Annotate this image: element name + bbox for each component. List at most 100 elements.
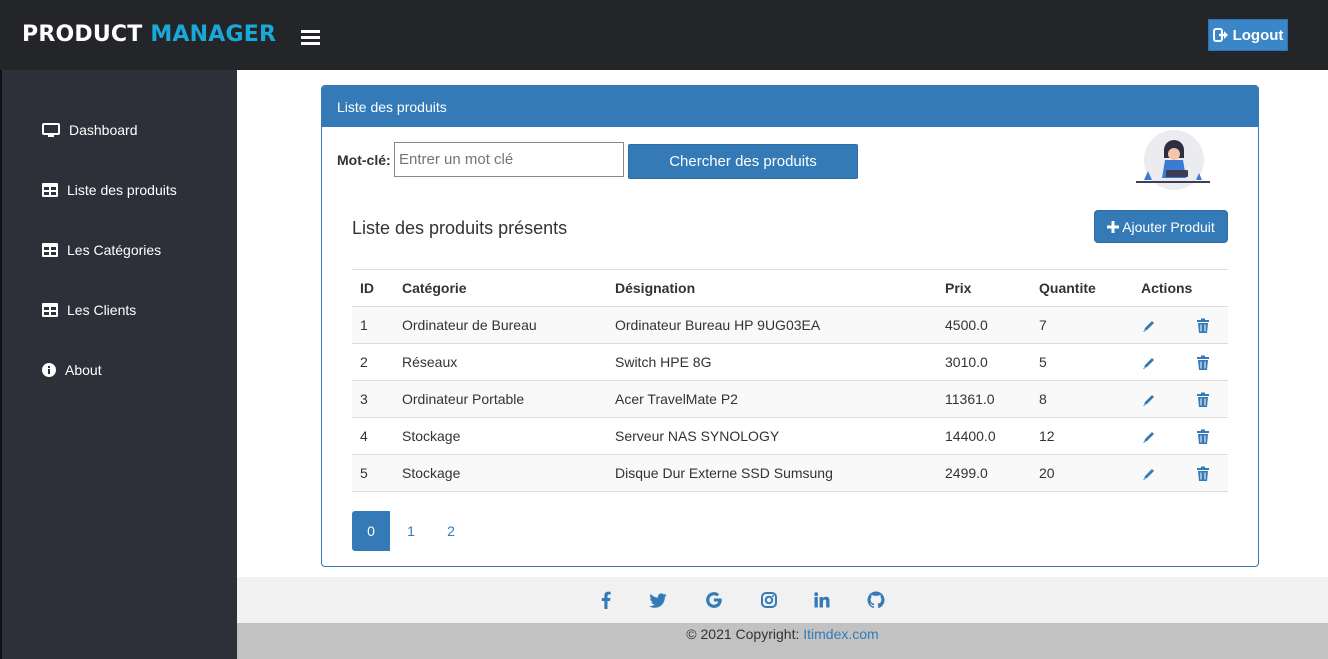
cell-prix: 4500.0 (937, 306, 1031, 344)
cell-prix: 14400.0 (937, 417, 1031, 455)
cell-quantite: 8 (1031, 380, 1133, 418)
cell-actions (1133, 306, 1228, 344)
sidebar-item-label: Liste des produits (67, 182, 177, 198)
cell-quantite: 12 (1031, 417, 1133, 455)
plus-icon (1107, 220, 1120, 233)
panel-title: Liste des produits (322, 86, 1258, 127)
cell-quantite: 7 (1031, 306, 1133, 344)
cell-prix: 3010.0 (937, 343, 1031, 381)
table-row: 5 Stockage Disque Dur Externe SSD Sumsun… (352, 454, 1228, 492)
instagram-icon[interactable] (758, 589, 780, 611)
sidebar-item-label: Les Catégories (67, 242, 162, 258)
add-product-button[interactable]: Ajouter Produit (1094, 210, 1228, 243)
cell-actions (1133, 343, 1228, 381)
logout-label: Logout (1232, 26, 1284, 44)
trash-icon[interactable] (1195, 429, 1211, 445)
footer-copyright: © 2021 Copyright: Itimdex.com (237, 623, 1328, 659)
info-icon (42, 363, 56, 377)
header-actions: Actions (1133, 269, 1228, 307)
cell-actions (1133, 380, 1228, 418)
google-icon[interactable] (703, 589, 725, 611)
cell-designation: Switch HPE 8G (607, 343, 937, 381)
keyword-label: Mot-clé: (337, 152, 391, 168)
header-categorie: Catégorie (394, 269, 607, 307)
header-prix: Prix (937, 269, 1031, 307)
list-subtitle: Liste des produits présents (352, 218, 568, 238)
table-row: 3 Ordinateur Portable Acer TravelMate P2… (352, 380, 1228, 418)
table-icon (42, 183, 58, 197)
table-icon (42, 303, 58, 317)
sidebar: Dashboard Liste des produits Les Catégor… (0, 70, 237, 659)
search-products-button[interactable]: Chercher des produits (628, 144, 858, 179)
cell-categorie: Stockage (394, 417, 607, 455)
cell-designation: Acer TravelMate P2 (607, 380, 937, 418)
edit-icon[interactable] (1141, 355, 1157, 371)
twitter-icon[interactable] (647, 589, 669, 611)
cell-designation: Serveur NAS SYNOLOGY (607, 417, 937, 455)
sidebar-item-label: About (65, 362, 102, 378)
sidebar-item-clients[interactable]: Les Clients (42, 302, 136, 318)
edit-icon[interactable] (1141, 318, 1157, 334)
cell-id: 2 (352, 343, 394, 381)
products-panel: Liste des produits Mot-clé: Chercher des… (321, 85, 1259, 567)
edit-icon[interactable] (1141, 392, 1157, 408)
cell-quantite: 20 (1031, 454, 1133, 492)
user-illustration-icon (1136, 130, 1210, 190)
table-row: 4 Stockage Serveur NAS SYNOLOGY 14400.0 … (352, 417, 1228, 455)
products-table: ID Catégorie Désignation Prix Quantite A… (352, 269, 1228, 492)
cell-categorie: Ordinateur de Bureau (394, 306, 607, 344)
sidebar-item-label: Les Clients (67, 302, 137, 318)
brand-part1: PRODUCT (22, 22, 143, 47)
cell-designation: Ordinateur Bureau HP 9UG03EA (607, 306, 937, 344)
sidebar-item-products[interactable]: Liste des produits (42, 182, 177, 198)
edit-icon[interactable] (1141, 429, 1157, 445)
cell-id: 4 (352, 417, 394, 455)
header-id: ID (352, 269, 394, 307)
edit-icon[interactable] (1141, 466, 1157, 482)
cell-id: 3 (352, 380, 394, 418)
header-designation: Désignation (607, 269, 937, 307)
sign-out-icon (1212, 28, 1228, 42)
sidebar-item-label: Dashboard (69, 122, 138, 138)
trash-icon[interactable] (1195, 466, 1211, 482)
cell-quantite: 5 (1031, 343, 1133, 381)
cell-categorie: Réseaux (394, 343, 607, 381)
cell-prix: 2499.0 (937, 454, 1031, 492)
menu-toggle-icon[interactable] (301, 30, 320, 46)
brand-part2: MANAGER (150, 22, 277, 47)
pagination: 0 1 2 (352, 511, 472, 551)
add-product-label: Ajouter Produit (1122, 218, 1215, 235)
brand-logo[interactable]: PRODUCT MANAGER (22, 22, 276, 47)
facebook-icon[interactable] (595, 589, 617, 611)
cell-designation: Disque Dur Externe SSD Sumsung (607, 454, 937, 492)
sidebar-item-dashboard[interactable]: Dashboard (42, 122, 138, 138)
copyright-text: © 2021 Copyright: (686, 626, 804, 642)
linkedin-icon[interactable] (811, 589, 833, 611)
keyword-input[interactable] (394, 142, 624, 177)
trash-icon[interactable] (1195, 392, 1211, 408)
header-quantite: Quantite (1031, 269, 1133, 307)
cell-actions (1133, 417, 1228, 455)
sidebar-item-about[interactable]: About (42, 362, 102, 378)
footer-social-bar (237, 577, 1328, 623)
cell-id: 1 (352, 306, 394, 344)
table-icon (42, 243, 58, 257)
cell-prix: 11361.0 (937, 380, 1031, 418)
monitor-icon (42, 122, 60, 137)
trash-icon[interactable] (1195, 318, 1211, 334)
table-row: 1 Ordinateur de Bureau Ordinateur Bureau… (352, 306, 1228, 344)
logout-button[interactable]: Logout (1208, 19, 1288, 51)
sidebar-item-categories[interactable]: Les Catégories (42, 242, 161, 258)
page-link-1[interactable]: 1 (392, 511, 430, 551)
github-icon[interactable] (865, 589, 887, 611)
cell-categorie: Ordinateur Portable (394, 380, 607, 418)
cell-id: 5 (352, 454, 394, 492)
cell-actions (1133, 454, 1228, 492)
trash-icon[interactable] (1195, 355, 1211, 371)
top-navbar: PRODUCT MANAGER Logout (0, 0, 1328, 70)
page-link-2[interactable]: 2 (432, 511, 470, 551)
table-header-row: ID Catégorie Désignation Prix Quantite A… (352, 269, 1228, 307)
page-link-0[interactable]: 0 (352, 511, 390, 551)
cell-categorie: Stockage (394, 454, 607, 492)
copyright-link[interactable]: Itimdex.com (803, 626, 878, 642)
